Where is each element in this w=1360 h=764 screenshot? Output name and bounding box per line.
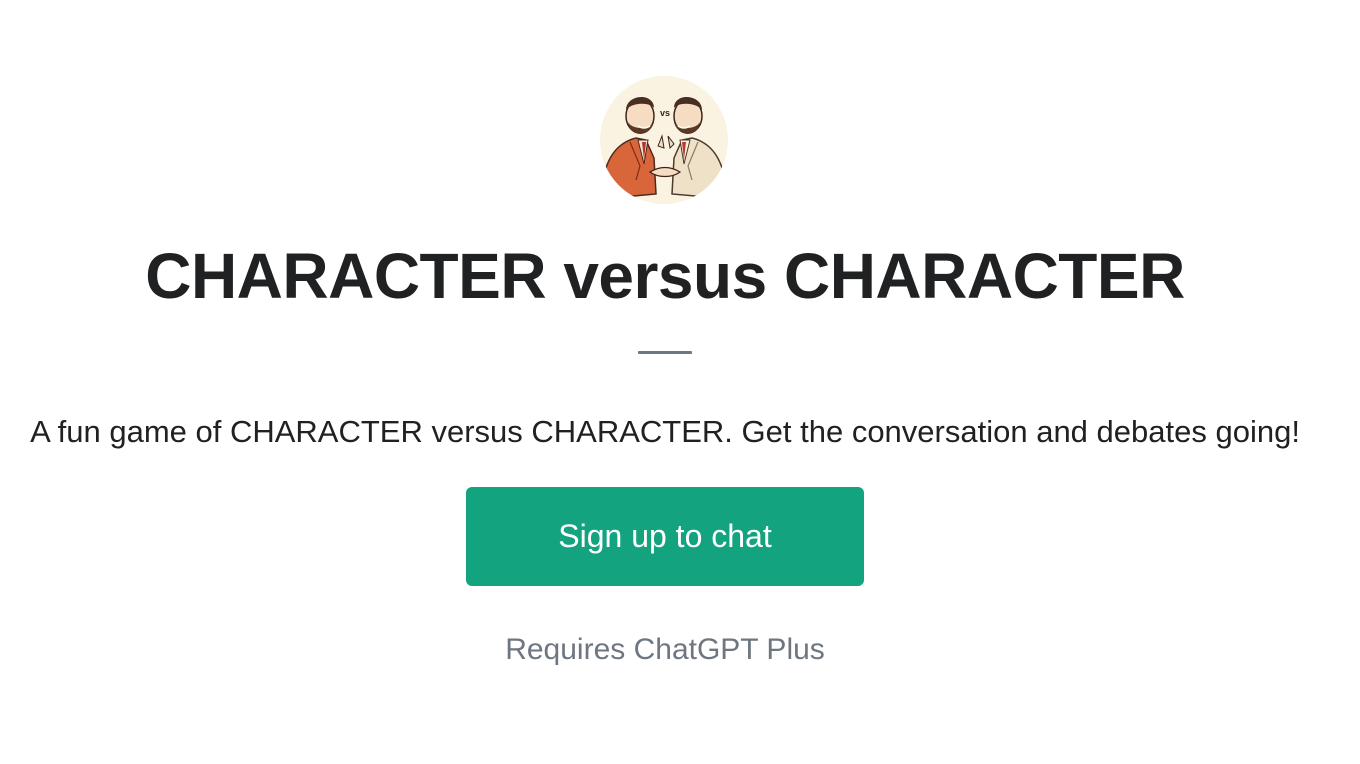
gpt-avatar: vs — [600, 76, 728, 204]
svg-text:vs: vs — [660, 108, 670, 118]
debate-illustration-icon: vs — [600, 76, 728, 204]
gpt-description: A fun game of CHARACTER versus CHARACTER… — [30, 414, 1300, 449]
gpt-landing-page: vs CHARACTER versus CHARACTER A fun game… — [0, 0, 1360, 764]
sign-up-button[interactable]: Sign up to chat — [466, 487, 864, 586]
title-divider — [638, 351, 692, 354]
gpt-title: CHARACTER versus CHARACTER — [145, 240, 1185, 312]
plan-requirement-note: Requires ChatGPT Plus — [505, 633, 825, 666]
